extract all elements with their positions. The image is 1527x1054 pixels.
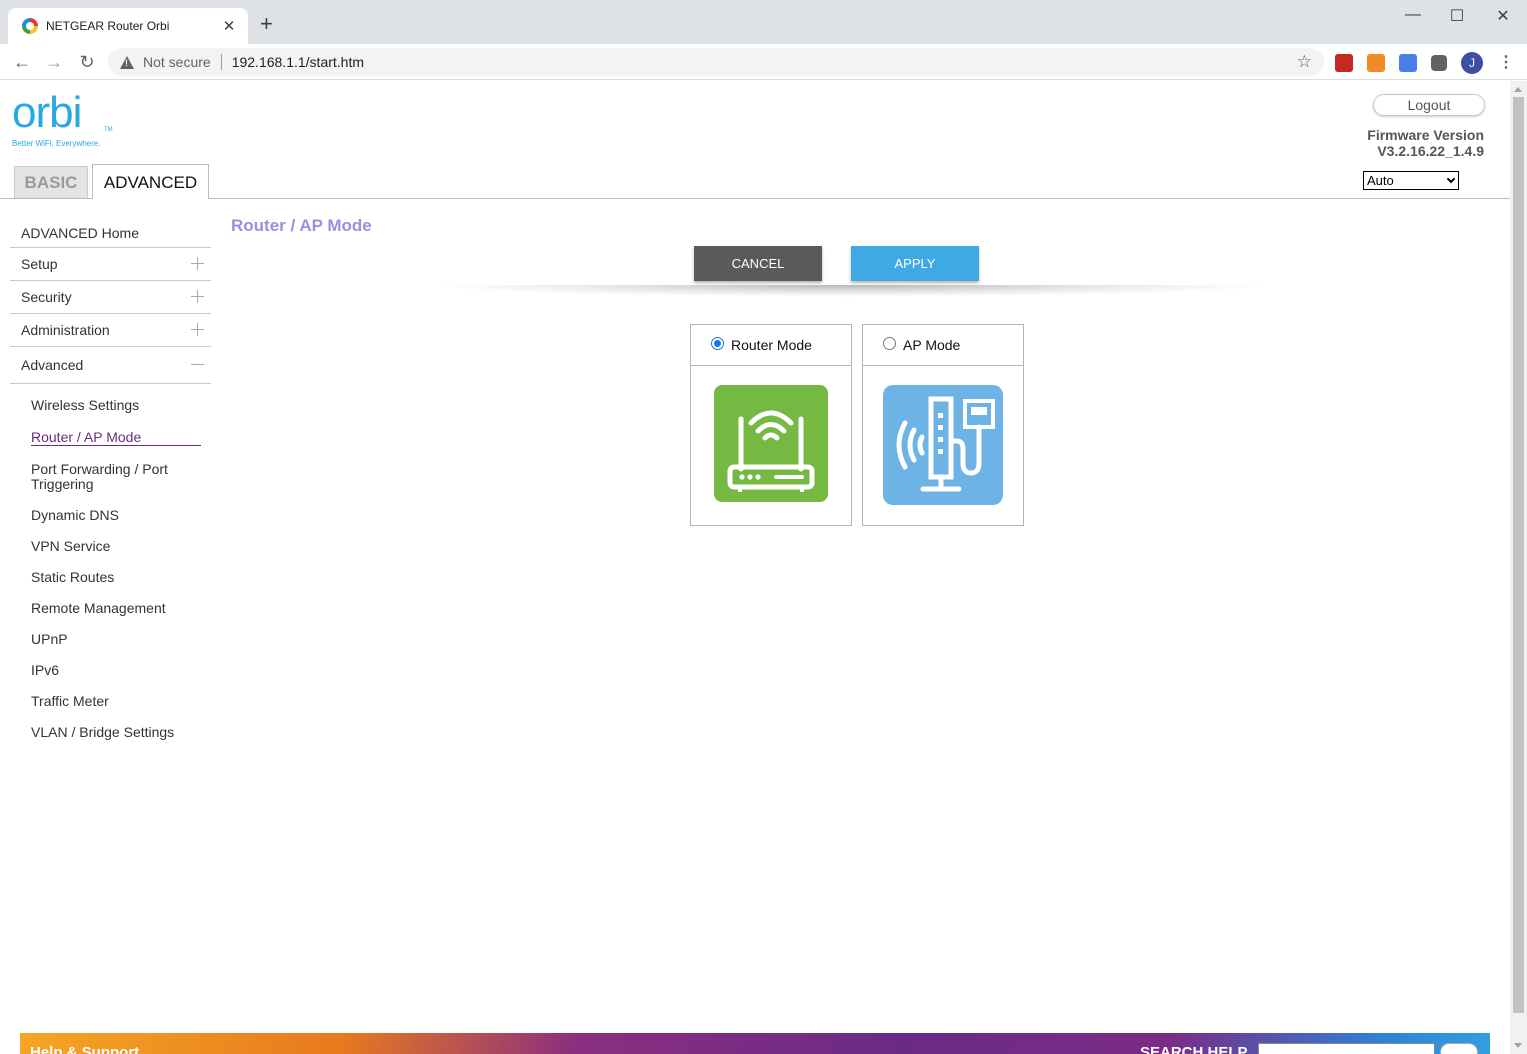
tab-advanced[interactable]: ADVANCED xyxy=(92,164,209,199)
submenu-vpn-service[interactable]: VPN Service xyxy=(31,539,201,570)
sidebar-item-administration[interactable]: Administration xyxy=(10,314,211,347)
forward-icon[interactable]: → xyxy=(42,50,66,74)
router-icon[interactable] xyxy=(714,385,828,502)
submenu-vlan-bridge[interactable]: VLAN / Bridge Settings xyxy=(31,725,201,756)
language-selected: Auto xyxy=(1367,173,1394,188)
new-tab-icon[interactable]: + xyxy=(260,13,273,35)
firmware-version: V3.2.16.22_1.4.9 xyxy=(1377,143,1484,159)
ap-mode-radio[interactable] xyxy=(883,337,896,350)
sidebar-item-label: Advanced xyxy=(21,357,84,373)
sidebar-item-label: ADVANCED Home xyxy=(21,224,139,241)
reload-icon[interactable]: ↻ xyxy=(75,50,99,74)
browser-tabstrip: NETGEAR Router Orbi ✕ + — ☐ ✕ xyxy=(0,0,1527,44)
section-divider xyxy=(425,285,1275,297)
scrollbar-thumb[interactable] xyxy=(1513,97,1524,1013)
sidebar-item-advanced-home[interactable]: ADVANCED Home xyxy=(10,218,211,248)
router-admin-page: orbi TM Better WiFi. Everywhere. Logout … xyxy=(0,81,1510,1054)
logout-button[interactable]: Logout xyxy=(1373,94,1485,116)
footer-search-input[interactable] xyxy=(1258,1043,1435,1054)
browser-menu-icon[interactable]: ⋮ xyxy=(1498,52,1514,72)
language-select[interactable]: Auto xyxy=(1363,171,1459,190)
orbi-logo: orbi TM Better WiFi. Everywhere. xyxy=(12,91,122,155)
access-point-icon[interactable] xyxy=(883,385,1003,505)
maximize-icon[interactable]: ☐ xyxy=(1434,6,1480,26)
header-divider xyxy=(0,198,1510,199)
page-title: Router / AP Mode xyxy=(231,216,372,235)
submenu-upnp[interactable]: UPnP xyxy=(31,632,201,663)
logo-trademark: TM xyxy=(104,127,113,133)
firmware-label: Firmware Version xyxy=(1367,127,1484,143)
router-mode-card[interactable]: Router Mode xyxy=(690,324,852,526)
minimize-icon[interactable]: — xyxy=(1390,6,1436,24)
submenu-ipv6[interactable]: IPv6 xyxy=(31,663,201,694)
submenu-router-ap-mode[interactable]: Router / AP Mode xyxy=(31,429,201,446)
submenu-dynamic-dns[interactable]: Dynamic DNS xyxy=(31,508,201,539)
shopping-extension-icon[interactable] xyxy=(1367,54,1385,72)
submenu-wireless-settings[interactable]: Wireless Settings xyxy=(31,398,201,429)
submenu-remote-management[interactable]: Remote Management xyxy=(31,601,201,632)
browser-toolbar: ← → ↻ Not secure 192.168.1.1/start.htm ☆… xyxy=(0,44,1527,80)
minus-icon[interactable] xyxy=(191,358,205,372)
submenu-port-forwarding[interactable]: Port Forwarding / Port Triggering xyxy=(31,462,201,508)
submenu-static-routes[interactable]: Static Routes xyxy=(31,570,201,601)
footer-go-button[interactable] xyxy=(1440,1043,1478,1054)
sidebar-item-label: Setup xyxy=(21,256,58,272)
router-mode-radio[interactable] xyxy=(711,337,724,350)
logo-tagline: Better WiFi. Everywhere. xyxy=(12,139,101,148)
pdf-extension-icon[interactable] xyxy=(1335,54,1353,72)
ap-mode-header[interactable]: AP Mode xyxy=(863,325,1023,366)
footer-search-label: SEARCH HELP xyxy=(1140,1044,1248,1054)
router-mode-header[interactable]: Router Mode xyxy=(691,325,851,366)
translate-extension-icon[interactable] xyxy=(1399,54,1417,72)
omnibox-divider xyxy=(220,54,222,70)
page-scrollbar[interactable] xyxy=(1510,81,1527,1054)
back-icon[interactable]: ← xyxy=(10,50,34,74)
tab-close-icon[interactable]: ✕ xyxy=(220,17,238,35)
address-bar[interactable]: Not secure 192.168.1.1/start.htm ☆ xyxy=(108,48,1324,76)
url-text[interactable]: 192.168.1.1/start.htm xyxy=(232,54,1297,70)
warning-icon[interactable] xyxy=(120,55,134,69)
ap-mode-label[interactable]: AP Mode xyxy=(903,337,960,353)
not-secure-label[interactable]: Not secure xyxy=(143,54,211,70)
profile-avatar[interactable]: J xyxy=(1461,52,1483,74)
sidebar-nav: ADVANCED Home Setup Security Administrat… xyxy=(10,218,211,756)
advanced-submenu: Wireless Settings Router / AP Mode Port … xyxy=(10,384,211,756)
browser-tab[interactable]: NETGEAR Router Orbi ✕ xyxy=(8,8,248,44)
plus-icon[interactable] xyxy=(191,323,205,337)
tab-basic[interactable]: BASIC xyxy=(14,166,88,198)
chevron-down-icon xyxy=(1446,174,1456,183)
bookmark-star-icon[interactable]: ☆ xyxy=(1297,52,1312,72)
plus-icon[interactable] xyxy=(191,290,205,304)
footer-help-heading: Help & Support xyxy=(30,1044,140,1054)
ap-mode-card[interactable]: AP Mode xyxy=(862,324,1024,526)
cancel-button[interactable]: CANCEL xyxy=(694,246,822,281)
netgear-favicon-icon xyxy=(22,18,38,34)
sidebar-item-setup[interactable]: Setup xyxy=(10,248,211,281)
extensions-puzzle-icon[interactable] xyxy=(1431,55,1447,71)
window-close-icon[interactable]: ✕ xyxy=(1480,6,1526,26)
scroll-down-icon[interactable] xyxy=(1514,1043,1522,1048)
sidebar-item-label: Security xyxy=(21,289,72,305)
sidebar-item-security[interactable]: Security xyxy=(10,281,211,314)
apply-button[interactable]: APPLY xyxy=(851,246,979,281)
plus-icon[interactable] xyxy=(191,257,205,271)
footer-banner: Help & Support SEARCH HELP xyxy=(20,1033,1490,1054)
sidebar-item-advanced[interactable]: Advanced xyxy=(10,347,211,384)
sidebar-item-label: Administration xyxy=(21,322,110,338)
submenu-traffic-meter[interactable]: Traffic Meter xyxy=(31,694,201,725)
tab-title: NETGEAR Router Orbi xyxy=(46,19,170,33)
scroll-up-icon[interactable] xyxy=(1514,87,1522,92)
router-mode-label[interactable]: Router Mode xyxy=(731,337,812,353)
